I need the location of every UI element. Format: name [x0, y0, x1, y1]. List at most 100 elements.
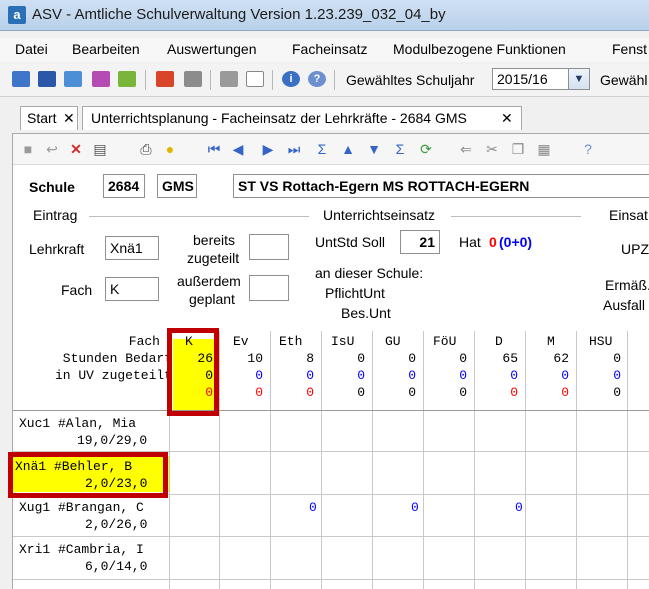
lehrkraft-field[interactable]: Xnä1: [105, 236, 159, 260]
teacher-icon[interactable]: [38, 71, 56, 87]
save-icon[interactable]: ■: [19, 140, 37, 158]
main-toolbar: i ? Gewähltes Schuljahr 2015/16 ▼ Gewähl: [0, 64, 649, 97]
menu-auswertungen[interactable]: Auswertungen: [167, 41, 257, 57]
teacher-name[interactable]: Xuc1 #Alan, Mia: [19, 416, 169, 431]
print-icon[interactable]: ⎙: [137, 140, 155, 158]
app-icon: a: [8, 6, 26, 24]
subject-difference: 0: [613, 385, 621, 400]
sum-icon[interactable]: Σ: [313, 140, 331, 158]
subject-difference: 0: [459, 385, 467, 400]
close-icon[interactable]: ✕: [501, 110, 513, 127]
school-label-cut: Gewähl: [600, 72, 648, 88]
menu-bearbeiten[interactable]: Bearbeiten: [72, 41, 140, 57]
subject-header[interactable]: M: [547, 334, 555, 349]
subject-header[interactable]: FöU: [433, 334, 456, 349]
subject-zugeteilt: 0: [255, 368, 263, 383]
ermaessigung-label: Ermäß.: [605, 277, 649, 293]
school-year-select[interactable]: 2015/16 ▼: [492, 68, 590, 90]
back-arrow-icon[interactable]: ⇐: [457, 140, 475, 158]
subject-bedarf: 65: [502, 351, 518, 366]
last-icon[interactable]: ⏭: [285, 140, 303, 158]
subject-difference: 0: [510, 385, 518, 400]
assignment-cell[interactable]: 0: [411, 500, 419, 515]
subject-header[interactable]: IsU: [331, 334, 354, 349]
subject-zugeteilt: 0: [306, 368, 314, 383]
subject-header[interactable]: HSU: [589, 334, 612, 349]
subject-header[interactable]: D: [495, 334, 503, 349]
copy-window-icon[interactable]: [220, 71, 238, 87]
school-label: Schule: [29, 179, 75, 195]
teacher-hours: 6,0/14,0: [85, 559, 148, 574]
subject-zugeteilt: 0: [408, 368, 416, 383]
help-icon[interactable]: ?: [308, 71, 326, 87]
group-icon[interactable]: [92, 71, 110, 87]
eintrag-header: Eintrag: [33, 207, 78, 223]
sub-toolbar: ■ ↩ ✕ ▤ ⎙ ● ⏮ ◀ ▶ ⏭ Σ ▲ ▼ Σ ⟳ ⇐ ✂ ❐ ▦ ?: [13, 134, 649, 165]
untstd-soll-label: UntStd Soll: [315, 234, 386, 250]
close-icon[interactable]: ✕: [63, 110, 75, 127]
einsatz-header: Einsat: [609, 207, 648, 223]
refresh-icon[interactable]: ⟳: [417, 140, 435, 158]
hint-bulb-icon[interactable]: ●: [161, 140, 179, 158]
fach-field[interactable]: K: [105, 277, 159, 301]
bereits-label-line1: bereits: [193, 232, 236, 248]
menu-bar: Datei Bearbeiten Auswertungen Facheinsat…: [0, 38, 649, 62]
subject-zugeteilt: 0: [613, 368, 621, 383]
subject-header[interactable]: GU: [385, 334, 401, 349]
book-icon[interactable]: [156, 71, 174, 87]
class-icon[interactable]: [64, 71, 82, 87]
copy-icon[interactable]: ❐: [509, 140, 527, 158]
sort-up-icon[interactable]: ▲: [339, 140, 357, 158]
subject-bedarf: 0: [613, 351, 621, 366]
export-icon[interactable]: ▤: [91, 140, 109, 158]
menu-modulbezogene-funktionen[interactable]: Modulbezogene Funktionen: [393, 41, 566, 57]
sort-down-icon[interactable]: ▼: [365, 140, 383, 158]
subject-zugeteilt: 0: [561, 368, 569, 383]
assignment-cell[interactable]: 0: [515, 500, 523, 515]
delete-icon[interactable]: ✕: [67, 140, 85, 158]
hat-value-detail: (0+0): [499, 234, 533, 250]
bereits-zugeteilt-field[interactable]: [249, 234, 289, 260]
subject-header[interactable]: Eth: [279, 334, 302, 349]
info-icon[interactable]: i: [282, 71, 300, 87]
pflichtunt-label: PflichtUnt: [325, 285, 385, 301]
users-icon[interactable]: [12, 71, 30, 87]
school-number-field[interactable]: 2684: [103, 174, 145, 198]
menu-datei[interactable]: Datei: [15, 41, 48, 57]
ausserdem-geplant-field[interactable]: [249, 275, 289, 301]
tab-facheinsatz[interactable]: Unterrichtsplanung - Facheinsatz der Leh…: [82, 106, 522, 130]
untstd-soll-field[interactable]: 21: [400, 230, 440, 254]
subject-difference: 0: [357, 385, 365, 400]
chevron-down-icon[interactable]: ▼: [568, 69, 589, 89]
subject-zugeteilt: 0: [459, 368, 467, 383]
lehrkraft-label: Lehrkraft: [29, 241, 85, 257]
help-icon[interactable]: ?: [579, 140, 597, 158]
assignment-cell[interactable]: 0: [309, 500, 317, 515]
subject-difference: 0: [306, 385, 314, 400]
upz-label: UPZ: [621, 241, 649, 257]
filter-sum-icon[interactable]: Σ: [391, 140, 409, 158]
subject-difference: 0: [408, 385, 416, 400]
course-icon[interactable]: [118, 71, 136, 87]
paste-icon[interactable]: ▦: [535, 140, 553, 158]
subject-bedarf: 62: [553, 351, 569, 366]
cut-icon[interactable]: ✂: [483, 140, 501, 158]
teacher-name[interactable]: Xri1 #Cambria, I: [19, 542, 169, 557]
school-type-field[interactable]: GMS: [157, 174, 197, 198]
row-label-fach: Fach: [128, 334, 160, 349]
tab-start[interactable]: Start ✕: [20, 106, 78, 130]
calculator-icon[interactable]: [184, 71, 202, 87]
window-warning-icon[interactable]: [246, 71, 264, 87]
previous-icon[interactable]: ◀: [229, 140, 247, 158]
annotation-highlight-teacher: [8, 452, 168, 498]
an-dieser-schule-label: an dieser Schule:: [315, 265, 424, 281]
menu-fenster[interactable]: Fenst: [612, 41, 647, 57]
subject-header[interactable]: Ev: [233, 334, 249, 349]
window-title: ASV - Amtliche Schulverwaltung Version 1…: [32, 6, 446, 23]
teacher-name[interactable]: Xug1 #Brangan, C: [19, 500, 169, 515]
next-icon[interactable]: ▶: [259, 140, 277, 158]
undo-icon[interactable]: ↩: [43, 140, 61, 158]
first-icon[interactable]: ⏮: [205, 140, 223, 158]
menu-facheinsatz[interactable]: Facheinsatz: [292, 41, 367, 57]
school-name-field[interactable]: ST VS Rottach-Egern MS ROTTACH-EGERN: [233, 174, 649, 198]
